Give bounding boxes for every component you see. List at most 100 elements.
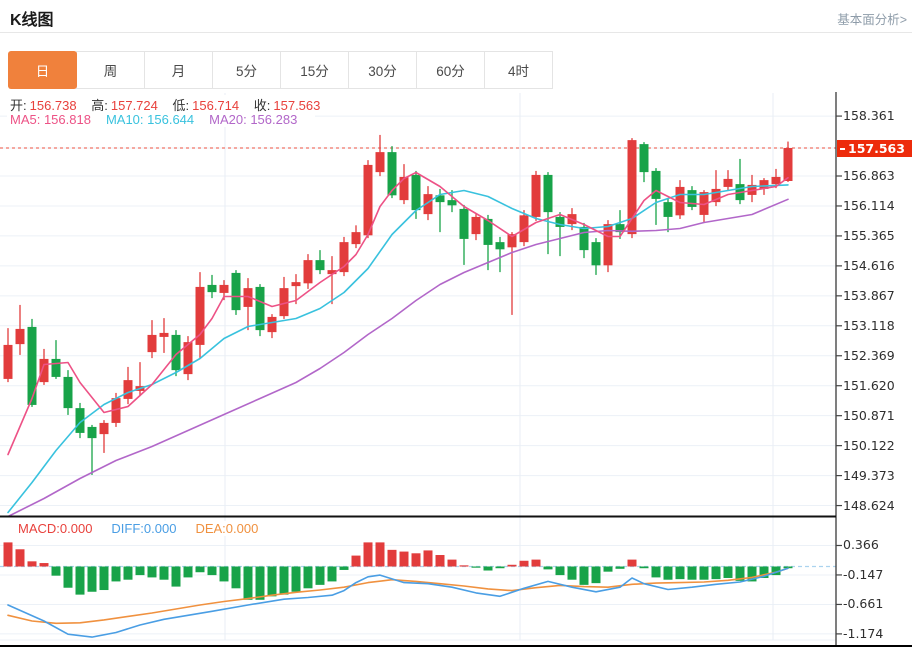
candle	[459, 208, 469, 239]
close-value: 157.563	[273, 98, 321, 113]
macd-bar	[147, 566, 157, 578]
tab-4hour[interactable]: 4时	[484, 51, 553, 89]
macd-axis-label: -0.147	[843, 566, 884, 582]
low-value: 156.714	[192, 98, 240, 113]
macd-bar	[615, 566, 625, 569]
macd-bar	[507, 564, 517, 567]
tab-week[interactable]: 周	[76, 51, 145, 89]
macd-bar	[27, 561, 37, 567]
price-axis-label: 153.118	[843, 317, 895, 333]
candle	[387, 152, 397, 196]
macd-bar	[339, 566, 349, 570]
macd-bar	[135, 566, 145, 576]
candle	[495, 242, 505, 250]
low-label: 低:	[172, 98, 190, 113]
macd-bar	[3, 542, 13, 567]
tab-15min[interactable]: 15分	[280, 51, 349, 89]
ma20-line	[7, 198, 789, 518]
candle	[471, 216, 481, 235]
macd-bar	[543, 566, 553, 570]
macd-bar	[75, 566, 85, 595]
candle	[771, 176, 781, 185]
candle	[63, 376, 73, 409]
macd-bar	[483, 566, 493, 571]
macd-bar	[195, 566, 205, 573]
macd-bar	[699, 566, 709, 580]
candle	[543, 174, 553, 213]
price-axis-label: 151.620	[843, 377, 895, 393]
price-axis-label: 149.373	[843, 467, 895, 483]
dea-value: DEA:0.000	[195, 521, 259, 536]
candle	[303, 260, 313, 284]
macd-bar	[471, 566, 481, 568]
macd-bar	[315, 566, 325, 585]
tab-30min[interactable]: 30分	[348, 51, 417, 89]
tab-5min[interactable]: 5分	[212, 51, 281, 89]
macd-bar	[363, 542, 373, 567]
macd-bar	[519, 560, 529, 567]
candle	[207, 284, 217, 293]
macd-bar	[447, 559, 457, 567]
candle	[3, 344, 13, 379]
interval-tabs: 日周月 5分 15分 30分 60分 4时	[8, 51, 553, 89]
macd-bar	[567, 566, 577, 580]
candle	[159, 332, 169, 337]
tab-day[interactable]: 日	[8, 51, 77, 89]
candle	[783, 148, 793, 181]
tab-month[interactable]: 月	[144, 51, 213, 89]
macd-bar	[303, 566, 313, 589]
tab-60min[interactable]: 60分	[416, 51, 485, 89]
close-label: 收:	[253, 98, 271, 113]
candle	[267, 316, 277, 333]
macd-bar	[579, 566, 589, 585]
macd-bar	[459, 565, 469, 567]
macd-bar	[555, 566, 565, 576]
macd-bar	[87, 566, 97, 592]
price-axis-label: 152.369	[843, 347, 895, 363]
diff-value: DIFF:0.000	[111, 521, 177, 536]
macd-bar	[243, 566, 253, 600]
macd-axis-label: -1.174	[843, 625, 884, 641]
macd-bar	[99, 566, 109, 591]
macd-bar	[63, 566, 73, 588]
candle	[315, 260, 325, 271]
macd-bar	[435, 555, 445, 567]
macd-bar	[171, 566, 181, 587]
candle	[411, 174, 421, 211]
macd-bar	[231, 566, 241, 589]
candle	[531, 174, 541, 217]
macd-bar	[411, 553, 421, 567]
macd-bar	[255, 566, 265, 600]
candle	[639, 144, 649, 173]
candle	[651, 170, 661, 199]
macd-axis-label: 0.366	[843, 537, 879, 553]
candle	[339, 242, 349, 273]
price-axis-label: 154.616	[843, 257, 895, 273]
candle	[27, 326, 37, 405]
candle	[399, 176, 409, 201]
macd-bar	[159, 566, 169, 580]
candle	[363, 164, 373, 236]
macd-bar	[711, 566, 721, 580]
macd-bar	[531, 559, 541, 567]
high-value: 157.724	[110, 98, 158, 113]
candle	[219, 284, 229, 293]
macd-bar	[219, 566, 229, 582]
price-axis-label: 155.365	[843, 227, 895, 243]
macd-bar	[399, 551, 409, 567]
candle	[51, 358, 61, 377]
current-price-value: 157.563	[848, 141, 905, 156]
ma20-legend: MA20: 156.283	[209, 112, 298, 127]
price-axis-label: 150.871	[843, 407, 895, 423]
candle	[663, 202, 673, 217]
macd-bar	[327, 566, 337, 582]
macd-bar	[51, 566, 61, 576]
macd-bar	[651, 566, 661, 578]
macd-bar	[267, 566, 277, 597]
macd-bar	[183, 566, 193, 578]
macd-bar	[123, 566, 133, 580]
current-price-tag: 157.563	[837, 140, 912, 157]
open-value: 156.738	[29, 98, 77, 113]
macd-bar	[495, 566, 505, 569]
macd-bar	[627, 559, 637, 567]
